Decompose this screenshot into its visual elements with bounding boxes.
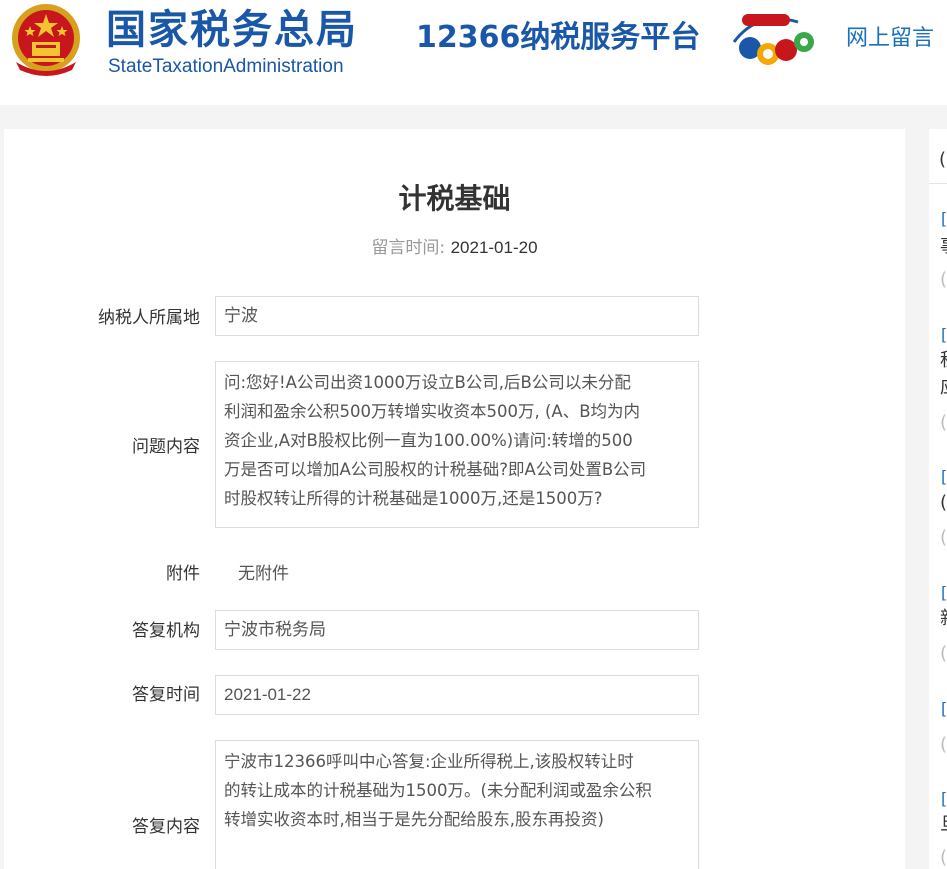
reply-line: 的转让成本的计税基础为1500万。(未分配利润或盈余公积 <box>224 781 652 800</box>
location-label: 纳税人所属地 <box>98 308 200 328</box>
brand-name-cn: 国家税务总局 <box>106 7 358 53</box>
message-time-label: 留言时间: <box>371 238 446 258</box>
sidebar-bullet: [ <box>941 583 947 602</box>
brand-name-en: StateTaxationAdministration <box>108 56 344 77</box>
sidebar-divider <box>929 183 947 184</box>
agency-label: 答复机构 <box>132 621 200 641</box>
sidebar-item-meta: ( <box>940 734 947 755</box>
agency-field[interactable]: 宁波市税务局 <box>215 610 699 650</box>
sidebar-item[interactable]: 新 <box>940 608 947 630</box>
question-line: 资企业,A对B股权比例一直为100.00%)请问:转增的500 <box>224 431 633 450</box>
sidebar-item-meta: ( <box>940 527 947 548</box>
reply-line: 宁波市12366呼叫中心答复:企业所得税上,该股权转让时 <box>224 752 634 771</box>
sidebar-item-meta: ( <box>940 643 947 664</box>
sidebar-bullet: [ <box>941 789 947 808</box>
message-time-value: 2021-01-20 <box>450 238 538 257</box>
sidebar-panel: ( [ 事 ( [ 税 应 ( [ ( ( [ 新 ( [ ( [ 旦 ( <box>929 129 947 869</box>
message-detail-panel: 计税基础 留言时间: 2021-01-20 纳税人所属地 宁波 问题内容 问:您… <box>4 129 905 869</box>
sidebar-bullet: [ <box>941 467 947 486</box>
question-textarea[interactable]: 问:您好!A公司出资1000万设立B公司,后B公司以未分配 利润和盈余公积500… <box>215 361 699 528</box>
attachment-value: 无附件 <box>238 564 289 584</box>
location-field[interactable]: 宁波 <box>215 296 699 336</box>
reply-label: 答复内容 <box>132 817 200 837</box>
sidebar-item[interactable]: 旦 <box>940 814 947 836</box>
reply-line: 转增实收资本时,相当于是先分配给股东,股东再投资) <box>224 810 604 829</box>
sidebar-bullet: [ <box>941 699 947 718</box>
question-line: 时股权转让所得的计税基础是1000万,还是1500万? <box>224 489 603 508</box>
sidebar-item[interactable]: ( <box>940 492 947 514</box>
sidebar-bullet: [ <box>941 209 947 228</box>
question-line: 万是否可以增加A公司股权的计税基础?即A公司处置B公司 <box>224 460 647 479</box>
page-title: 计税基础 <box>398 182 511 215</box>
message-time: 留言时间: 2021-01-20 <box>4 235 905 261</box>
nav-online-message-link[interactable]: 网上留言 <box>846 24 934 54</box>
sidebar-item[interactable]: 税 <box>940 350 947 372</box>
question-line: 问:您好!A公司出资1000万设立B公司,后B公司以未分配 <box>224 373 631 392</box>
sidebar-item-meta: ( <box>940 269 947 290</box>
sidebar-bullet: [ <box>941 325 947 344</box>
sidebar-heading: ( <box>939 149 947 170</box>
site-header: 国家税务总局 StateTaxationAdministration 12366… <box>0 0 947 105</box>
reply-textarea[interactable]: 宁波市12366呼叫中心答复:企业所得税上,该股权转让时 的转让成本的计税基础为… <box>215 740 699 869</box>
sidebar-item[interactable]: 事 <box>940 236 947 258</box>
sidebar-item-meta: ( <box>940 412 947 433</box>
sidebar-item-meta: ( <box>940 847 947 868</box>
reply-time-field[interactable]: 2021-01-22 <box>215 675 699 715</box>
service-12366-logo-icon <box>732 14 814 65</box>
attachment-label: 附件 <box>166 564 200 584</box>
platform-title: 12366纳税服务平台 <box>416 20 701 55</box>
sidebar-item[interactable]: 应 <box>940 377 947 399</box>
national-emblem-icon <box>12 4 80 76</box>
question-line: 利润和盈余公积500万转增实收资本500万, (A、B均为内 <box>224 402 641 421</box>
question-label: 问题内容 <box>132 437 200 457</box>
reply-time-label: 答复时间 <box>132 685 200 705</box>
